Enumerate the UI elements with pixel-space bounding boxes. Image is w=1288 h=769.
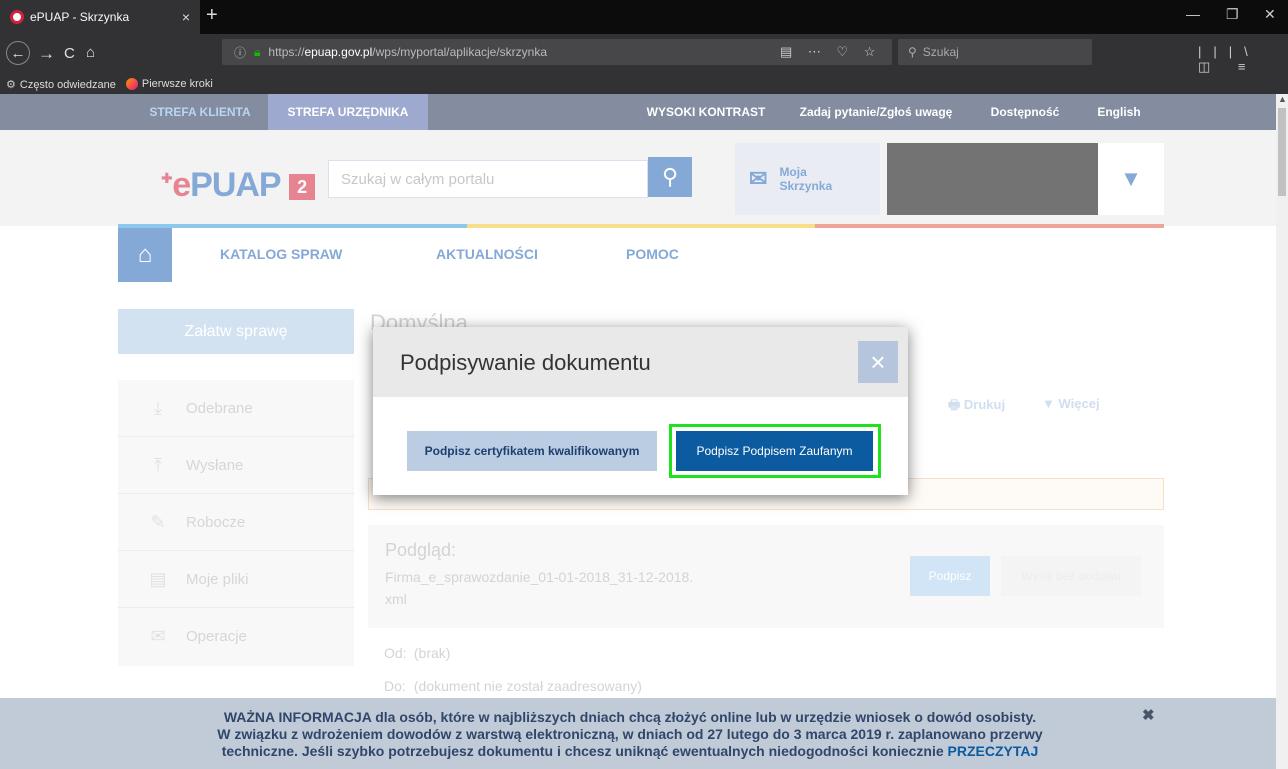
search-icon: ⚲ (908, 45, 917, 59)
forward-arrow-icon[interactable]: → (38, 44, 55, 64)
new-tab-button[interactable]: + (206, 4, 218, 27)
info-banner-text: WAŻNA INFORMACJA dla osób, które w najbl… (130, 709, 1130, 760)
bookmark-most-visited[interactable]: ⚙ Często odwiedzane (6, 78, 116, 91)
bookmark-label: Pierwsze kroki (141, 77, 213, 90)
lock-icon: 🔒︎ (254, 44, 261, 59)
browser-search-input[interactable]: ⚲ Szukaj (898, 39, 1092, 65)
browser-tab[interactable]: ePUAP - Skrzynka × (0, 0, 200, 34)
page-actions-icons[interactable]: ▤ ⋯ ♡ ☆ (780, 44, 881, 60)
browser-search-placeholder: Szukaj (922, 45, 959, 59)
info-icon: ⓘ (234, 45, 247, 60)
restore-icon[interactable]: ❐ (1226, 6, 1239, 23)
url-prefix: https:// (268, 45, 305, 59)
home-browser-icon[interactable]: ⌂ (86, 44, 95, 61)
bookmarks-bar: ⚙ Często odwiedzane Pierwsze kroki (0, 74, 1288, 94)
read-more-link[interactable]: PRZECZYTAJ (948, 743, 1039, 759)
url-path: /wps/myportal/aplikacje/skrzynka (372, 45, 548, 59)
sign-trusted-profile-button[interactable]: Podpisz Podpisem Zaufanym (676, 431, 873, 471)
banner-close-icon[interactable]: ✖ (1142, 706, 1155, 724)
scrollbar-thumb[interactable] (1278, 108, 1286, 196)
tab-title: ePUAP - Skrzynka (30, 10, 130, 24)
close-icon: × (870, 346, 886, 377)
banner-line-1: WAŻNA INFORMACJA dla osób, które w najbl… (223, 709, 1037, 725)
modal-title: Podpisywanie dokumentu (400, 350, 651, 375)
favicon-icon (10, 10, 24, 24)
tab-close-icon[interactable]: × (182, 9, 190, 25)
minimize-icon[interactable]: — (1186, 6, 1200, 22)
scroll-up-icon[interactable]: ▲ (1278, 94, 1287, 106)
banner-line-3: techniczne. Jeśli szybko potrzebujesz do… (221, 743, 944, 759)
modal-close-button[interactable]: × (858, 341, 898, 383)
gear-icon: ⚙ (6, 78, 16, 91)
close-window-icon[interactable]: ✕ (1264, 6, 1276, 23)
browser-menu-icons[interactable]: |||\ ◫ ≡ (1198, 44, 1288, 75)
back-arrow-icon[interactable]: ← (6, 41, 30, 65)
firefox-icon (125, 78, 138, 91)
banner-line-2: W związku z wdrożeniem dowodów z warstwą… (217, 726, 1043, 742)
bookmark-getting-started[interactable]: Pierwsze kroki (125, 77, 213, 91)
reload-icon[interactable]: C (64, 45, 75, 62)
sign-certificate-button[interactable]: Podpisz certyfikatem kwalifikowanym (407, 431, 657, 471)
url-host: epuap.gov.pl (304, 45, 373, 59)
bookmark-label: Często odwiedzane (19, 78, 116, 91)
